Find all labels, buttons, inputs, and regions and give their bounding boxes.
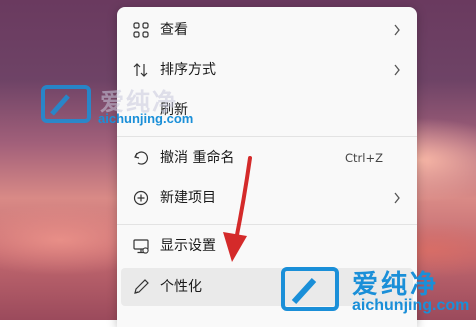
watermark-logo: 爱纯净 aichunjing.com bbox=[280, 264, 476, 320]
watermark-emblem-icon bbox=[41, 85, 91, 123]
watermark-brand: 爱纯净 bbox=[352, 270, 440, 300]
watermark-logo: 爱纯净 aichunjing.com bbox=[40, 80, 210, 130]
watermark-url: aichunjing.com bbox=[352, 297, 470, 314]
watermark-emblem-icon bbox=[281, 267, 339, 311]
watermark-url: aichunjing.com bbox=[98, 111, 194, 126]
